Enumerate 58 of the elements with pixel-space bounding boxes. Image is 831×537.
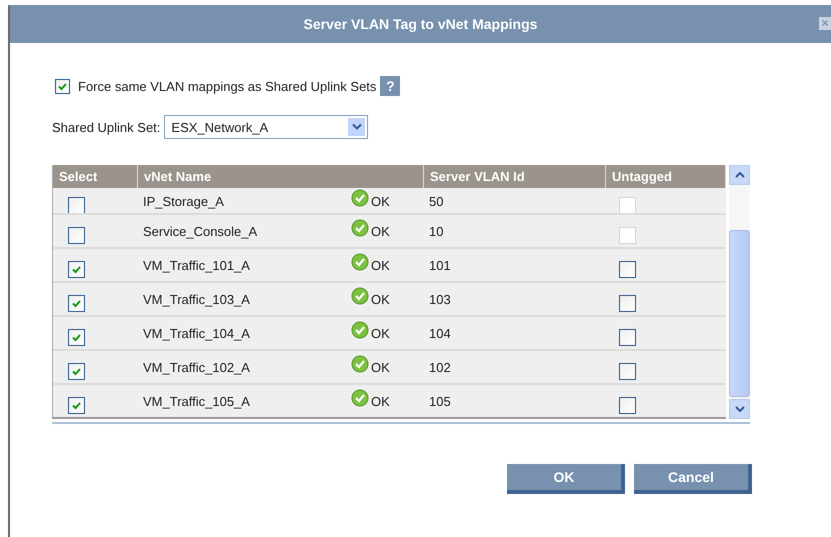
table-row[interactable]: Service_Console_A OK 10: [53, 213, 726, 247]
caret-down-icon: [734, 405, 744, 413]
status-text: OK: [371, 326, 390, 340]
table-cell: 104: [429, 326, 451, 340]
table-cell-text: VM_Traffic_103_A: [143, 292, 251, 306]
checkbox[interactable]: [68, 260, 85, 278]
table-cell: 10: [429, 224, 444, 238]
table-cell-text: VM_Traffic_104_A: [143, 326, 251, 340]
scroll-down-button[interactable]: [729, 399, 750, 419]
check-circle-icon: [351, 219, 369, 237]
checkbox[interactable]: [68, 396, 85, 414]
dropdown[interactable]: ESX_Network_A: [164, 115, 368, 139]
status-text: OK: [371, 258, 390, 272]
check-circle-icon: [351, 189, 369, 207]
checkbox[interactable]: [619, 294, 636, 312]
checkbox-label: Force same VLAN mappings as Shared Uplink Sets: [78, 78, 376, 94]
status-text: OK: [371, 292, 390, 306]
scrollbar[interactable]: [729, 165, 750, 419]
table-cell-text: IP_Storage_A: [143, 194, 225, 208]
table-row[interactable]: VM_Traffic_104_A OK 104: [53, 315, 726, 349]
table-cell-text: Service_Console_A: [143, 224, 258, 238]
scroll-thumb[interactable]: [729, 230, 750, 397]
checkbox[interactable]: [68, 294, 85, 312]
table-row[interactable]: VM_Traffic_101_A OK 101: [53, 247, 726, 281]
checkbox[interactable]: [619, 396, 636, 414]
field-label: Shared Uplink Set:: [52, 120, 160, 134]
checkbox[interactable]: [68, 226, 85, 244]
checkbox[interactable]: [68, 328, 85, 346]
table-cell: 50: [429, 194, 444, 208]
table-cell-text: VM_Traffic_101_A: [143, 258, 251, 272]
status-text: OK: [371, 194, 390, 208]
window-title: Server VLAN Tag to vNet Mappings: [304, 16, 538, 32]
checkbox[interactable]: [68, 362, 85, 380]
checkbox[interactable]: [619, 260, 636, 278]
scroll-up-button[interactable]: [729, 165, 750, 185]
table-cell: 103: [429, 292, 451, 306]
check-circle-icon: [351, 389, 369, 407]
checkbox[interactable]: [55, 78, 70, 94]
table-row[interactable]: VM_Traffic_103_A OK 103: [53, 281, 726, 315]
table-cell: 101: [429, 258, 451, 272]
checkbox[interactable]: [619, 328, 636, 346]
check-circle-icon: [351, 355, 369, 373]
table-cell-text: VM_Traffic_105_A: [143, 394, 251, 408]
caret-up-icon: [734, 171, 744, 179]
check-circle-icon: [351, 321, 369, 339]
check-circle-icon: [351, 287, 369, 305]
status-text: OK: [371, 224, 390, 238]
status-text: OK: [371, 394, 390, 408]
table-row[interactable]: IP_Storage_A OK 50: [53, 188, 726, 213]
table-row[interactable]: VM_Traffic_105_A OK 105: [53, 383, 726, 417]
table-cell-text: VM_Traffic_102_A: [143, 360, 251, 374]
checkbox[interactable]: [68, 196, 85, 213]
table-cell: 102: [429, 360, 451, 374]
checkbox[interactable]: [619, 362, 636, 380]
table-cell: 105: [429, 394, 451, 408]
table-row[interactable]: VM_Traffic_102_A OK 102: [53, 349, 726, 383]
check-circle-icon: [351, 253, 369, 271]
status-text: OK: [371, 360, 390, 374]
